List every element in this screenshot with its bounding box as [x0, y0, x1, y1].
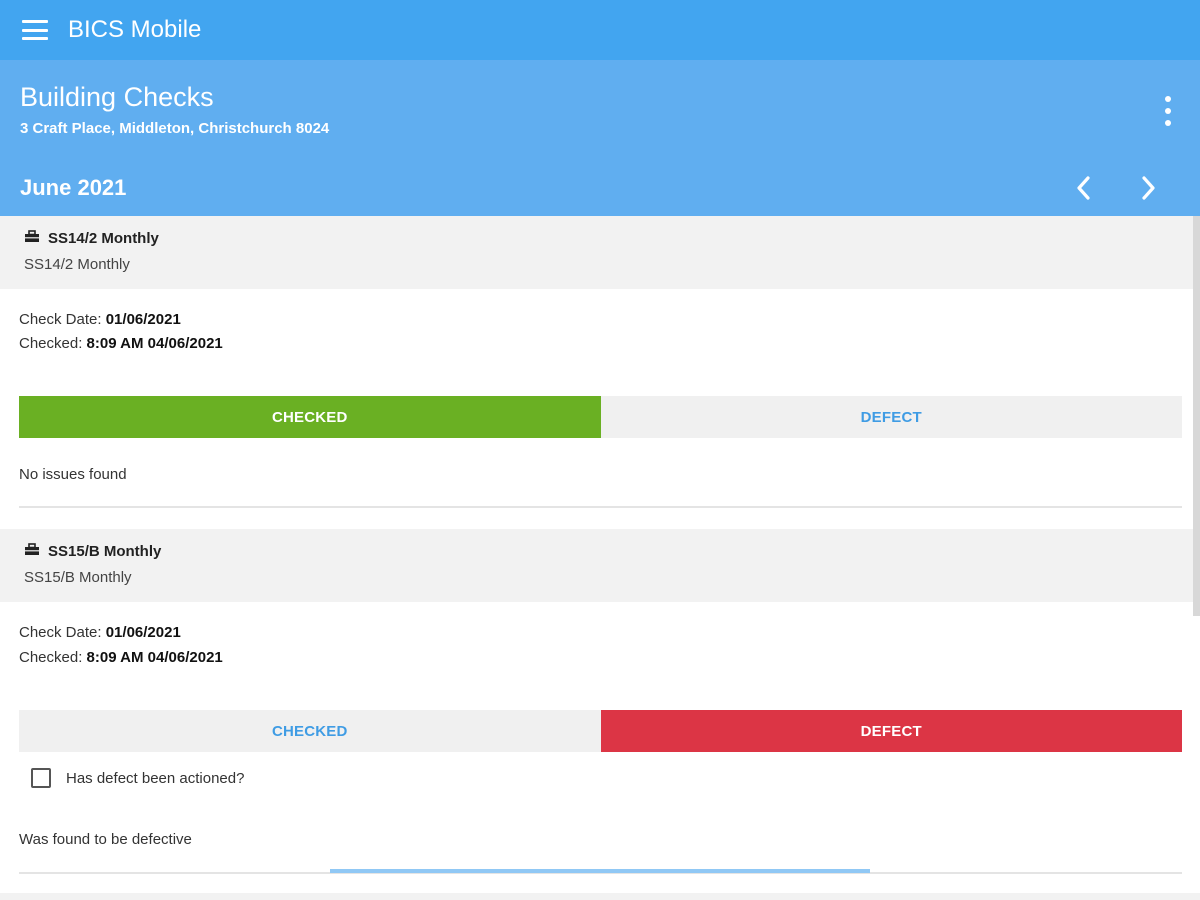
loading-indicator [330, 869, 870, 873]
app-bar: BICS Mobile [0, 0, 1200, 60]
defect-actioned-checkbox[interactable] [31, 768, 51, 788]
check-note: Was found to be defective [19, 831, 192, 848]
checked-label: Checked: [19, 335, 83, 352]
check-item-subtitle: SS14/2 Monthly [24, 256, 130, 273]
checked-line: Checked: 8:09 AM 04/06/2021 [19, 335, 223, 352]
checked-value: 8:09 AM 04/06/2021 [86, 649, 223, 666]
check-date-value: 01/06/2021 [105, 311, 181, 328]
scrollbar[interactable] [1193, 216, 1200, 616]
check-date-value: 01/06/2021 [105, 624, 181, 641]
toolbox-icon [24, 543, 40, 560]
check-date-line: Check Date: 01/06/2021 [19, 624, 181, 641]
menu-icon[interactable] [22, 20, 48, 40]
page-subtitle: 3 Craft Place, Middleton, Christchurch 8… [20, 120, 330, 137]
check-item-subtitle: SS15/B Monthly [24, 569, 132, 586]
app-title: BICS Mobile [68, 16, 202, 43]
check-item-title: SS14/2 Monthly [24, 230, 159, 247]
defect-button[interactable]: DEFECT [600, 710, 1182, 752]
defect-button[interactable]: DEFECT [600, 396, 1182, 438]
check-note: No issues found [19, 466, 127, 483]
next-item-edge [0, 893, 1200, 900]
checked-button[interactable]: CHECKED [19, 710, 601, 752]
check-item-header[interactable]: SS15/B Monthly SS15/B Monthly [0, 529, 1193, 602]
divider [19, 506, 1182, 508]
defect-actioned-label: Has defect been actioned? [66, 770, 245, 787]
status-toggle: CHECKED DEFECT [19, 396, 1182, 438]
check-date-label: Check Date: [19, 311, 102, 328]
checked-value: 8:09 AM 04/06/2021 [86, 335, 223, 352]
check-date-label: Check Date: [19, 624, 102, 641]
chevron-left-icon[interactable] [1068, 172, 1098, 204]
status-toggle: CHECKED DEFECT [19, 710, 1182, 752]
toolbox-icon [24, 230, 40, 247]
checked-button[interactable]: CHECKED [19, 396, 601, 438]
check-date-line: Check Date: 01/06/2021 [19, 311, 181, 328]
checked-line: Checked: 8:09 AM 04/06/2021 [19, 649, 223, 666]
check-item-title: SS15/B Monthly [24, 543, 161, 560]
checked-label: Checked: [19, 649, 83, 666]
more-vertical-icon[interactable] [1160, 96, 1176, 126]
page-title: Building Checks [20, 82, 214, 112]
page-header: Building Checks 3 Craft Place, Middleton… [0, 60, 1200, 216]
check-item-header[interactable]: SS14/2 Monthly SS14/2 Monthly [0, 216, 1193, 289]
check-item-title-text: SS15/B Monthly [48, 543, 162, 560]
check-item-title-text: SS14/2 Monthly [48, 230, 159, 247]
month-label: June 2021 [20, 175, 127, 200]
chevron-right-icon[interactable] [1134, 172, 1164, 204]
